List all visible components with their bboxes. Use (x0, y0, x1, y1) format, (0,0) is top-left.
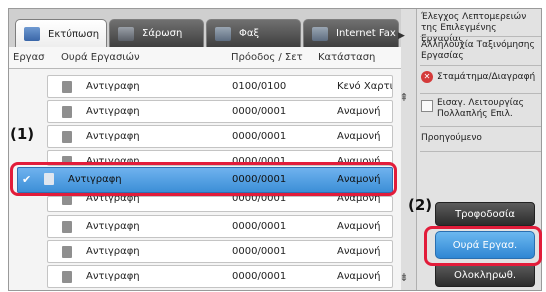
tab-fax[interactable]: Φαξ (206, 19, 301, 47)
job-status: Αναμονή (337, 271, 381, 282)
divider (420, 93, 541, 94)
special-mode-label: Εισαγ. Λειτουργίας Πολλαπλής Επιλ. (437, 98, 524, 119)
stop-delete-item[interactable]: ✕ Σταμάτημα/Διαγραφή (421, 71, 541, 85)
tab-scroll-right-icon[interactable]: ▶ (398, 31, 410, 43)
divider (420, 151, 541, 152)
job-name: Αντιγραφη (86, 246, 140, 257)
callout-2: (2) (408, 196, 433, 214)
job-status: Αναμονή (337, 221, 381, 232)
feed-button[interactable]: Τροφοδοσία (435, 202, 535, 226)
divider (420, 36, 541, 37)
special-mode-item[interactable]: Εισαγ. Λειτουργίας Πολλαπλής Επιλ. (421, 98, 541, 122)
job-progress: 0000/0001 (232, 131, 287, 142)
table-row[interactable]: Αντιγραφη 0000/0001 Αναμονή (47, 240, 393, 263)
job-name: Αντιγραφη (86, 106, 140, 117)
table-row[interactable]: Αντιγραφη 0000/0001 Αναμονή (47, 125, 393, 148)
tab-scan[interactable]: Σάρωση (109, 19, 204, 47)
stop-icon: ✕ (421, 71, 433, 83)
scroll-up-icon[interactable]: ⇞ (395, 89, 413, 107)
mode-tab-bar: Εκτύπωση Σάρωση Φαξ Internet Fax (9, 9, 401, 48)
table-row[interactable]: Αντιγραφη 0000/0001 Αναμονή (47, 193, 393, 212)
table-header: Εργασ Ουρά Εργασιών Πρόοδος / Σετ Κατάστ… (9, 47, 401, 69)
header-status: Κατάσταση (318, 52, 376, 63)
job-progress: 0100/0100 (232, 81, 287, 92)
job-status: Αναμονή (337, 246, 381, 257)
job-status: Κενό Χαρτιού (337, 81, 392, 92)
stop-delete-label: Σταμάτημα/Διαγραφή (437, 72, 536, 82)
scroll-down-icon[interactable]: ⇟ (395, 269, 413, 287)
tab-internet-fax[interactable]: Internet Fax (303, 19, 399, 47)
copy-job-icon (62, 106, 72, 118)
internet-fax-icon (312, 26, 328, 41)
job-progress: 0000/0001 (232, 271, 287, 282)
job-name: Αντιγραφη (86, 221, 140, 232)
highlight-frame-row (10, 162, 397, 196)
table-row[interactable]: Αντιγραφη 0000/0001 Αναμονή (47, 215, 393, 238)
job-name: Αντιγραφη (86, 131, 140, 142)
previous-item[interactable]: Προηγούμενο (421, 133, 541, 144)
header-progress: Πρόοδος / Σετ (231, 52, 303, 63)
header-job-queue: Ουρά Εργασιών (61, 52, 140, 63)
copy-job-icon (62, 81, 72, 93)
job-progress: 0000/0001 (232, 106, 287, 117)
job-status: Αναμονή (337, 106, 381, 117)
header-job-type: Εργασ (13, 52, 45, 63)
job-status: Αναμονή (337, 131, 381, 142)
tab-print-label: Εκτύπωση (48, 28, 100, 40)
sort-order-item[interactable]: Αλληλουχία Ταξινόμησης Εργασίας (421, 40, 541, 62)
divider (420, 65, 541, 66)
tab-fax-label: Φαξ (239, 28, 260, 39)
copy-job-icon (62, 271, 72, 283)
fax-icon (215, 26, 231, 41)
callout-1: (1) (10, 125, 35, 143)
copy-job-icon (62, 246, 72, 258)
job-name: Αντιγραφη (86, 271, 140, 282)
tab-print[interactable]: Εκτύπωση (15, 19, 107, 48)
table-row[interactable]: Αντιγραφη 0000/0001 Αναμονή (47, 265, 393, 288)
copy-job-icon (62, 131, 72, 143)
divider (420, 126, 541, 127)
scan-icon (118, 26, 134, 41)
complete-button[interactable]: Ολοκληρωθ. (435, 263, 535, 287)
copy-job-icon (62, 221, 72, 233)
job-progress: 0000/0001 (232, 221, 287, 232)
checkbox-icon (421, 100, 433, 112)
tab-scan-label: Σάρωση (142, 28, 183, 39)
table-row[interactable]: Αντιγραφη 0000/0001 Αναμονή (47, 100, 393, 123)
highlight-frame-button (424, 226, 542, 266)
job-progress: 0000/0001 (232, 246, 287, 257)
tab-internet-fax-label: Internet Fax (336, 28, 396, 39)
table-row[interactable]: Αντιγραφη 0100/0100 Κενό Χαρτιού (47, 75, 393, 98)
job-name: Αντιγραφη (86, 81, 140, 92)
print-icon (24, 27, 40, 41)
